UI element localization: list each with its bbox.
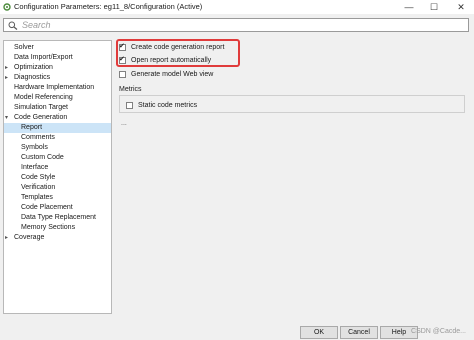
expand-arrow-icon[interactable]: ▸: [5, 63, 8, 73]
tree-item-label: Symbols: [21, 144, 48, 151]
tree-item-optimization[interactable]: ▸ Optimization: [4, 63, 111, 73]
tree-item-memory-sections[interactable]: Memory Sections: [4, 223, 111, 233]
static-metrics-option[interactable]: Static code metrics: [126, 100, 197, 110]
metrics-group: Static code metrics: [119, 95, 465, 113]
model-web-view-checkbox[interactable]: [119, 70, 126, 78]
tree-item-code-generation[interactable]: ▾ Code Generation: [4, 113, 111, 123]
expand-arrow-icon[interactable]: ▸: [5, 233, 8, 243]
open-report-option[interactable]: Open report automatically: [119, 55, 211, 65]
tree-item-interface[interactable]: Interface: [4, 163, 111, 173]
tree-item-comments[interactable]: Comments: [4, 133, 111, 143]
tree-item-data-import-export[interactable]: Data Import/Export: [4, 53, 111, 63]
tree-item-label: Report: [21, 124, 43, 131]
tree-item-label: Code Generation: [14, 114, 68, 121]
tree-item-custom-code[interactable]: Custom Code: [4, 153, 111, 163]
tree-item-label: Coverage: [14, 234, 45, 241]
tree-item-label: Memory Sections: [21, 224, 76, 231]
tree-item-symbols[interactable]: Symbols: [4, 143, 111, 153]
cancel-button[interactable]: Cancel: [340, 326, 378, 339]
open-report-checkbox[interactable]: [119, 55, 126, 64]
tree-item-label: Optimization: [14, 64, 53, 71]
tree-item-label: Data Type Replacement: [21, 214, 96, 221]
tree-item-report[interactable]: Report: [4, 123, 111, 133]
tree-item-label: Solver: [14, 44, 34, 51]
simulink-app-icon: [3, 3, 11, 11]
static-metrics-label: Static code metrics: [138, 101, 198, 109]
dialog-footer: OK Cancel Help CSDN @Cacde...: [0, 318, 474, 340]
expand-arrow-icon[interactable]: ▸: [5, 73, 8, 83]
tree-item-diagnostics[interactable]: ▸ Diagnostics: [4, 73, 111, 83]
tree-item-label: Interface: [21, 164, 49, 171]
tree-item-label: Model Referencing: [14, 94, 73, 101]
tree-item-solver[interactable]: Solver: [4, 43, 111, 53]
title-bar: Configuration Parameters: eg11_8/Configu…: [0, 0, 474, 14]
search-field[interactable]: Search: [3, 18, 469, 32]
tree-item-label: Custom Code: [21, 154, 64, 161]
tree-item-simulation-target[interactable]: Simulation Target: [4, 103, 111, 113]
tree-item-label: Hardware Implementation: [14, 84, 95, 91]
more-options-ellipsis[interactable]: ...: [121, 120, 127, 127]
tree-item-model-referencing[interactable]: Model Referencing: [4, 93, 111, 103]
tree-item-label: Diagnostics: [14, 74, 51, 81]
metrics-group-label: Metrics: [119, 86, 142, 93]
create-report-option[interactable]: Create code generation report: [119, 42, 224, 52]
tree-item-label: Simulation Target: [14, 104, 68, 111]
create-report-checkbox[interactable]: [119, 42, 126, 51]
tree-item-code-style[interactable]: Code Style: [4, 173, 111, 183]
create-report-label: Create code generation report: [131, 43, 225, 51]
search-placeholder: Search: [22, 20, 51, 30]
tree-item-label: Code Style: [21, 174, 56, 181]
tree-item-code-placement[interactable]: Code Placement: [4, 203, 111, 213]
static-metrics-checkbox[interactable]: [126, 101, 133, 109]
minimize-button[interactable]: —: [398, 0, 420, 14]
collapse-arrow-icon[interactable]: ▾: [5, 113, 8, 123]
model-web-view-option[interactable]: Generate model Web view: [119, 69, 213, 79]
tree-item-data-type-replacement[interactable]: Data Type Replacement: [4, 213, 111, 223]
tree-item-label: Templates: [21, 194, 53, 201]
category-tree: Solver Data Import/Export ▸ Optimization …: [3, 40, 112, 314]
model-web-view-label: Generate model Web view: [131, 70, 214, 78]
tree-item-hardware-implementation[interactable]: Hardware Implementation: [4, 83, 111, 93]
report-settings-pane: Create code generation report Open repor…: [115, 39, 468, 314]
open-report-label: Open report automatically: [131, 56, 212, 64]
maximize-button[interactable]: ☐: [423, 0, 445, 14]
tree-item-label: Data Import/Export: [14, 54, 73, 61]
watermark: CSDN @Cacde...: [411, 328, 466, 335]
close-button[interactable]: ✕: [450, 0, 472, 14]
tree-item-label: Code Placement: [21, 204, 73, 211]
tree-item-label: Comments: [21, 134, 55, 141]
tree-item-templates[interactable]: Templates: [4, 193, 111, 203]
window-title: Configuration Parameters: eg11_8/Configu…: [14, 2, 203, 11]
search-icon: [8, 21, 18, 30]
ok-button[interactable]: OK: [300, 326, 338, 339]
tree-item-label: Verification: [21, 184, 56, 191]
tree-item-coverage[interactable]: ▸ Coverage: [4, 233, 111, 243]
tree-item-verification[interactable]: Verification: [4, 183, 111, 193]
